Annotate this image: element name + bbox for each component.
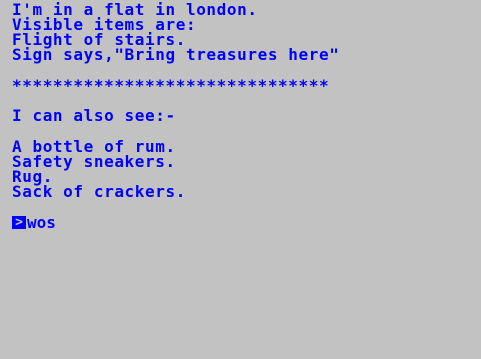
game-screen: I'm in a flat in london. Visible items a… <box>0 0 481 359</box>
visible-item: Sign says,"Bring treasures here" <box>12 45 340 64</box>
command-input[interactable]: > wos <box>12 215 56 231</box>
also-see-item: Sack of crackers. <box>12 182 186 201</box>
separator-line: ******************************* <box>12 76 330 95</box>
also-see-heading: I can also see:- <box>12 106 176 125</box>
command-text[interactable]: wos <box>27 215 56 231</box>
prompt-cursor-icon: > <box>12 216 26 229</box>
